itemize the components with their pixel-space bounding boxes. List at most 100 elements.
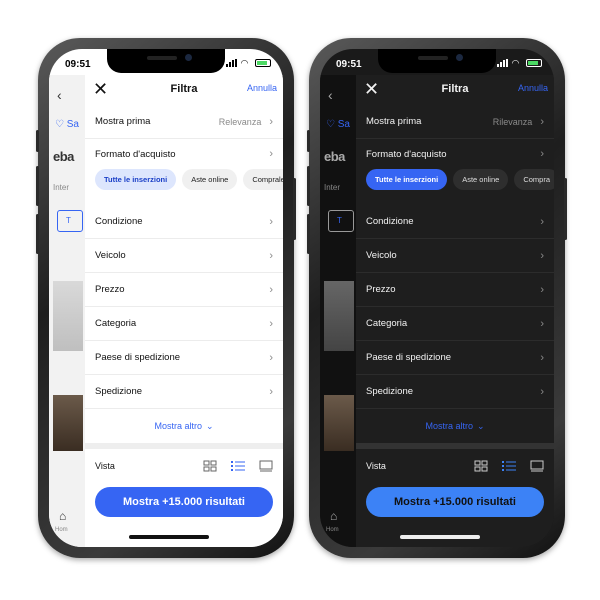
listing-image xyxy=(324,395,354,451)
filter-row-label: Prezzo xyxy=(95,284,125,295)
filter-row-category[interactable]: Categoria › xyxy=(356,307,554,341)
list-view-icon[interactable] xyxy=(502,460,516,472)
filter-row-label: Veicolo xyxy=(95,250,126,261)
signal-icon xyxy=(226,59,237,67)
mute-switch xyxy=(307,130,310,152)
chip-auctions[interactable]: Aste online xyxy=(453,169,509,190)
chevron-down-icon: ⌄ xyxy=(205,420,214,431)
grid-view-icon[interactable] xyxy=(203,460,217,472)
filter-row-vehicle[interactable]: Veicolo › xyxy=(356,239,554,273)
chip-auctions[interactable]: Aste online xyxy=(182,169,238,190)
show-more-label: Mostra altro xyxy=(425,421,473,431)
grid-view-icon[interactable] xyxy=(474,460,488,472)
status-time: 09:51 xyxy=(65,59,91,70)
chevron-right-icon: › xyxy=(540,351,544,364)
show-results-button[interactable]: Mostra +15.000 risultati xyxy=(95,487,273,517)
filter-row-condition[interactable]: Condizione › xyxy=(356,205,554,239)
chip-all-listings[interactable]: Tutte le inserzioni xyxy=(95,169,177,190)
background-text: Inter xyxy=(324,183,341,192)
battery-icon xyxy=(255,59,271,67)
show-more-label: Mostra altro xyxy=(154,421,202,431)
battery-icon xyxy=(526,59,542,67)
sort-label: Mostra prima xyxy=(95,116,151,127)
filter-row-label: Categoria xyxy=(95,318,137,329)
filter-row-price[interactable]: Prezzo › xyxy=(85,273,283,307)
wifi-icon: ◠ xyxy=(512,58,519,68)
cancel-button[interactable]: Annulla xyxy=(247,83,277,93)
show-results-button[interactable]: Mostra +15.000 risultati xyxy=(366,487,544,517)
screen: 09:51 ◠ ‹ ♡ Sa eba Inter T ⌂ Hom ✕ Filtr… xyxy=(49,49,283,547)
power-button xyxy=(293,178,296,240)
listing-image xyxy=(324,281,354,351)
list-view-icon[interactable] xyxy=(231,460,245,472)
filter-header: ✕ Filtra Annulla xyxy=(356,75,554,105)
screen: 09:51 ◠ ‹ ♡ Sa eba Inter T ⌂ Hom ✕ Filtr… xyxy=(320,49,554,547)
back-icon: ‹ xyxy=(57,87,62,103)
home-label: Hom xyxy=(55,527,68,533)
purchase-format-row[interactable]: Formato d'acquisto › xyxy=(356,139,554,169)
wifi-icon: ◠ xyxy=(241,58,248,68)
chevron-right-icon: › xyxy=(269,283,273,296)
view-row: Vista xyxy=(85,449,283,483)
chevron-right-icon: › xyxy=(269,317,273,330)
gallery-view-icon[interactable] xyxy=(530,460,544,472)
sort-row[interactable]: Mostra prima Rilevanza › xyxy=(356,105,554,139)
home-indicator xyxy=(129,535,209,539)
ebay-logo: eba xyxy=(324,149,345,164)
listing-image xyxy=(53,395,83,451)
filter-row-price[interactable]: Prezzo › xyxy=(356,273,554,307)
chevron-right-icon: › xyxy=(540,249,544,262)
saved-search-link: ♡ Sa xyxy=(326,119,350,130)
purchase-format-row[interactable]: Formato d'acquisto › xyxy=(85,139,283,169)
chip-buy-now[interactable]: Comprale xyxy=(243,169,283,190)
show-more-button[interactable]: Mostra altro ⌄ xyxy=(356,409,554,443)
view-row: Vista xyxy=(356,449,554,483)
ebay-logo: eba xyxy=(53,149,74,164)
volume-up-button xyxy=(36,166,39,206)
home-label: Hom xyxy=(326,527,339,533)
filter-row-label: Condizione xyxy=(366,216,414,227)
chevron-right-icon: › xyxy=(540,115,544,128)
cancel-button[interactable]: Annulla xyxy=(518,83,548,93)
filter-row-vehicle[interactable]: Veicolo › xyxy=(85,239,283,273)
power-button xyxy=(564,178,567,240)
filter-row-label: Spedizione xyxy=(95,386,143,397)
back-icon: ‹ xyxy=(328,87,333,103)
volume-down-button xyxy=(36,214,39,254)
chevron-down-icon: ⌄ xyxy=(476,420,485,431)
background-app: ‹ ♡ Sa eba Inter T ⌂ Hom xyxy=(320,75,360,547)
sort-value: Relevanza xyxy=(218,116,262,127)
filter-row-ship-country[interactable]: Paese di spedizione › xyxy=(85,341,283,375)
filter-row-label: Paese di spedizione xyxy=(95,352,181,363)
filter-row-label: Prezzo xyxy=(366,284,396,295)
filter-header: ✕ Filtra Annulla xyxy=(85,75,283,105)
background-text: Inter xyxy=(53,183,70,192)
filter-sheet: ✕ Filtra Annulla Mostra prima Relevanza … xyxy=(85,75,283,547)
signal-icon xyxy=(497,59,508,67)
filter-row-shipping[interactable]: Spedizione › xyxy=(85,375,283,409)
chip-buy-now[interactable]: Compra xyxy=(514,169,554,190)
filter-row-label: Paese di spedizione xyxy=(366,352,452,363)
gallery-view-icon[interactable] xyxy=(259,460,273,472)
volume-up-button xyxy=(307,166,310,206)
chip-all-listings[interactable]: Tutte le inserzioni xyxy=(366,169,448,190)
filter-row-condition[interactable]: Condizione › xyxy=(85,205,283,239)
home-icon: ⌂ xyxy=(330,509,338,523)
view-label: Vista xyxy=(95,461,115,471)
volume-down-button xyxy=(307,214,310,254)
chevron-right-icon: › xyxy=(269,115,273,128)
saved-search-link: ♡ Sa xyxy=(55,119,79,130)
purchase-format-label: Formato d'acquisto xyxy=(95,148,176,160)
chevron-right-icon: › xyxy=(540,215,544,228)
filter-row-ship-country[interactable]: Paese di spedizione › xyxy=(356,341,554,375)
chevron-right-icon: › xyxy=(540,385,544,398)
filter-sheet: ✕ Filtra Annulla Mostra prima Rilevanza … xyxy=(356,75,554,547)
filter-row-category[interactable]: Categoria › xyxy=(85,307,283,341)
background-app: ‹ ♡ Sa eba Inter T ⌂ Hom xyxy=(49,75,89,547)
filter-row-shipping[interactable]: Spedizione › xyxy=(356,375,554,409)
filter-row-label: Veicolo xyxy=(366,250,397,261)
show-more-button[interactable]: Mostra altro ⌄ xyxy=(85,409,283,443)
status-bar: 09:51 ◠ xyxy=(49,49,283,75)
sort-value: Rilevanza xyxy=(492,116,533,127)
sort-row[interactable]: Mostra prima Relevanza › xyxy=(85,105,283,139)
